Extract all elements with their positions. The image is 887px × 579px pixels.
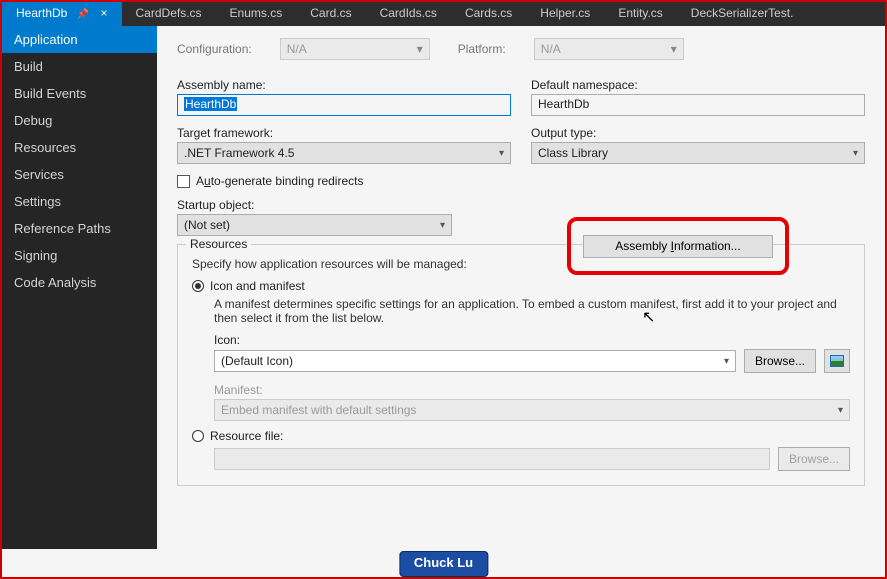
picture-icon: [830, 355, 844, 367]
icon-manifest-radio[interactable]: [192, 280, 204, 292]
chevron-down-icon: ▾: [853, 148, 858, 159]
resources-legend: Resources: [186, 237, 251, 251]
startup-object-combo[interactable]: (Not set) ▾: [177, 214, 452, 236]
icon-label: Icon:: [214, 333, 850, 347]
default-namespace-label: Default namespace:: [531, 78, 865, 92]
close-icon[interactable]: ×: [101, 6, 108, 20]
output-type-label: Output type:: [531, 126, 865, 140]
icon-combo[interactable]: (Default Icon) ▾: [214, 350, 736, 372]
icon-browse-button[interactable]: Browse...: [744, 349, 816, 373]
sidebar-item-services[interactable]: Services: [2, 161, 157, 188]
chevron-down-icon: ▾: [838, 405, 843, 416]
resource-file-input: [214, 448, 770, 470]
project-properties-sidebar: Application Build Build Events Debug Res…: [2, 26, 157, 549]
chevron-down-icon: ▾: [417, 42, 423, 56]
assembly-information-button[interactable]: Assembly Information...: [583, 235, 773, 258]
sidebar-item-reference-paths[interactable]: Reference Paths: [2, 215, 157, 242]
resource-file-label[interactable]: Resource file:: [210, 429, 283, 443]
tab-enums[interactable]: Enums.cs: [216, 2, 297, 26]
autogen-redirects-label[interactable]: Auto-generate binding redirects: [196, 174, 363, 188]
sidebar-item-signing[interactable]: Signing: [2, 242, 157, 269]
author-badge: Chuck Lu: [399, 551, 488, 577]
default-namespace-input[interactable]: HearthDb: [531, 94, 865, 116]
icon-preview: [824, 349, 850, 373]
sidebar-item-settings[interactable]: Settings: [2, 188, 157, 215]
manifest-combo: Embed manifest with default settings ▾: [214, 399, 850, 421]
assembly-name-label: Assembly name:: [177, 78, 511, 92]
target-framework-label: Target framework:: [177, 126, 511, 140]
sidebar-item-resources[interactable]: Resources: [2, 134, 157, 161]
autogen-redirects-checkbox[interactable]: [177, 175, 190, 188]
resource-file-browse-button: Browse...: [778, 447, 850, 471]
configuration-label: Configuration:: [177, 42, 252, 56]
chevron-down-icon: ▾: [671, 42, 677, 56]
configuration-combo: N/A ▾: [280, 38, 430, 60]
sidebar-item-application[interactable]: Application: [2, 26, 157, 53]
pin-icon[interactable]: 📌: [77, 9, 89, 20]
tab-label: HearthDb: [16, 6, 67, 20]
resources-group: Resources Specify how application resour…: [177, 244, 865, 486]
tab-hearthdb[interactable]: HearthDb 📌 ×: [2, 2, 122, 26]
editor-tabstrip: HearthDb 📌 × CardDefs.cs Enums.cs Card.c…: [2, 2, 885, 26]
assembly-name-input[interactable]: HearthDb: [177, 94, 511, 116]
chevron-down-icon: ▾: [440, 220, 445, 231]
tab-cards[interactable]: Cards.cs: [451, 2, 526, 26]
platform-combo: N/A ▾: [534, 38, 684, 60]
chevron-down-icon: ▾: [499, 148, 504, 159]
assembly-info-highlight: Assembly Information...: [567, 217, 789, 275]
tab-cardids[interactable]: CardIds.cs: [366, 2, 451, 26]
tab-deckserializer[interactable]: DeckSerializerTest.: [677, 2, 808, 26]
sidebar-item-code-analysis[interactable]: Code Analysis: [2, 269, 157, 296]
icon-manifest-desc: A manifest determines specific settings …: [214, 297, 850, 325]
manifest-label: Manifest:: [214, 383, 850, 397]
platform-label: Platform:: [458, 42, 506, 56]
resource-file-radio[interactable]: [192, 430, 204, 442]
sidebar-item-build-events[interactable]: Build Events: [2, 80, 157, 107]
sidebar-item-build[interactable]: Build: [2, 53, 157, 80]
tab-entity[interactable]: Entity.cs: [604, 2, 676, 26]
tab-helper[interactable]: Helper.cs: [526, 2, 604, 26]
tab-carddefs[interactable]: CardDefs.cs: [122, 2, 216, 26]
chevron-down-icon: ▾: [724, 356, 729, 367]
application-panel: Configuration: N/A ▾ Platform: N/A ▾ Ass…: [157, 26, 885, 549]
startup-object-label: Startup object:: [177, 198, 452, 212]
sidebar-item-debug[interactable]: Debug: [2, 107, 157, 134]
icon-manifest-label[interactable]: Icon and manifest: [210, 279, 305, 293]
tab-card[interactable]: Card.cs: [296, 2, 365, 26]
target-framework-combo[interactable]: .NET Framework 4.5 ▾: [177, 142, 511, 164]
output-type-combo[interactable]: Class Library ▾: [531, 142, 865, 164]
